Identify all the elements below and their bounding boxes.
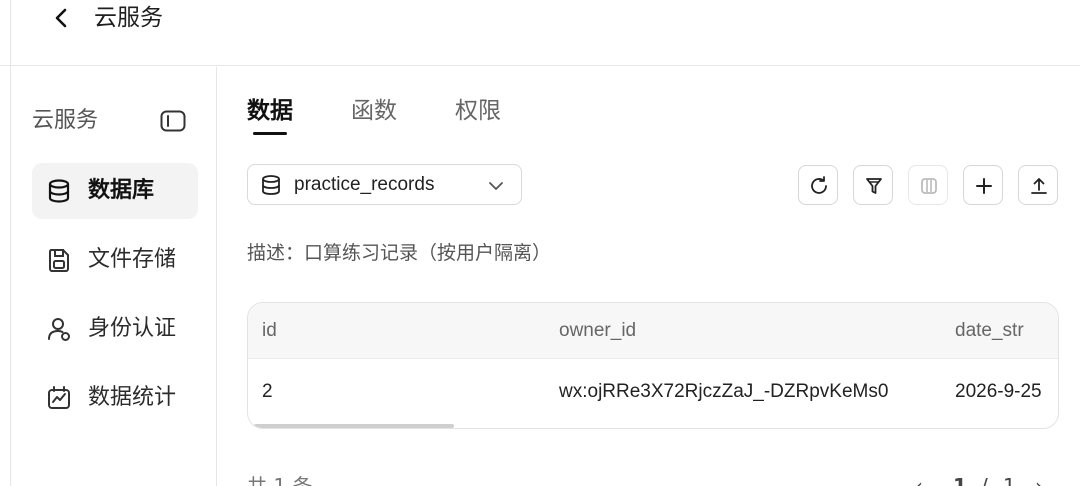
refresh-icon: [811, 176, 827, 194]
sidebar-item-auth[interactable]: 身份认证: [32, 301, 198, 357]
pagination: ‹ 1 / 1 ›: [915, 474, 1055, 486]
add-record-button[interactable]: [963, 165, 1003, 205]
user-auth-icon: [48, 318, 70, 341]
table-cell-id[interactable]: 2: [262, 380, 273, 404]
add-icon: [976, 178, 992, 194]
column-header-id[interactable]: id: [262, 319, 277, 343]
upload-icon: [1031, 178, 1047, 194]
tab-functions[interactable]: 函数: [351, 96, 397, 126]
chevron-down-icon: [489, 182, 503, 190]
sidebar-item-label: 身份认证: [88, 316, 177, 341]
file-storage-icon: [49, 249, 69, 272]
back-arrow-icon[interactable]: [50, 6, 74, 30]
tab-data[interactable]: 数据: [247, 96, 293, 126]
current-page: 1: [953, 474, 967, 486]
database-icon: [262, 175, 280, 195]
collection-description: 描述：口算练习记录（按用户隔离）: [247, 242, 552, 264]
table-cell-date-str[interactable]: 2026-9-25: [955, 380, 1042, 404]
column-header-owner-id[interactable]: owner_id: [559, 319, 636, 343]
upload-button[interactable]: [1018, 165, 1058, 205]
horizontal-scrollbar[interactable]: [254, 424, 454, 428]
next-page-icon[interactable]: ›: [1035, 474, 1043, 486]
page-separator: /: [981, 474, 988, 486]
refresh-button[interactable]: [798, 165, 838, 205]
sidebar-item-database[interactable]: 数据库: [32, 163, 198, 219]
sidebar-item-stats[interactable]: 数据统计: [32, 370, 198, 426]
sidebar-item-label: 数据统计: [88, 385, 177, 410]
sidebar-toggle-icon[interactable]: [160, 110, 186, 132]
table-cell-owner-id[interactable]: wx:ojRRe3X72RjczZaJ_-DZRpvKeMs0: [559, 380, 888, 404]
total-count: 共 1 条: [247, 474, 313, 486]
database-icon: [48, 179, 70, 203]
sidebar-item-label: 数据库: [88, 178, 155, 203]
sidebar-title: 云服务: [32, 108, 99, 133]
page-title: 云服务: [94, 5, 163, 31]
collection-select-value: practice_records: [294, 174, 435, 195]
sidebar: 云服务 数据库 文件存储 身份认证 数据统计: [11, 67, 217, 486]
table-header: [248, 303, 1058, 359]
prev-page-icon[interactable]: ‹: [915, 474, 923, 486]
columns-button[interactable]: [908, 165, 948, 205]
columns-icon: [921, 178, 937, 194]
column-header-date-str[interactable]: date_str: [955, 319, 1024, 343]
sidebar-item-label: 文件存储: [88, 247, 177, 272]
filter-button[interactable]: [853, 165, 893, 205]
tab-permissions[interactable]: 权限: [455, 96, 501, 126]
collection-select[interactable]: practice_records: [247, 164, 522, 205]
chart-icon: [48, 386, 70, 409]
total-pages: 1: [1003, 474, 1016, 486]
sidebar-item-file-storage[interactable]: 文件存储: [32, 232, 198, 288]
filter-icon: [866, 178, 882, 194]
tab-active-indicator: [253, 132, 287, 135]
data-table: id owner_id date_str 2 wx:ojRRe3X72RjczZ…: [247, 302, 1059, 429]
